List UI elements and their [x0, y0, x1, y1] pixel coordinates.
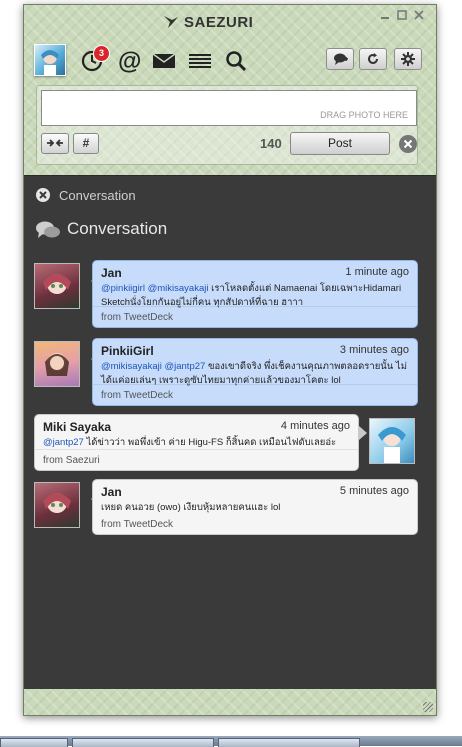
minimize-icon[interactable]	[379, 10, 391, 22]
close-icon	[403, 139, 413, 149]
avatar-jan[interactable]	[34, 482, 80, 528]
app-title: SAEZURI	[184, 14, 254, 31]
maximize-icon[interactable]	[396, 10, 408, 22]
panel-header-title: Conversation	[59, 188, 136, 203]
title-bar[interactable]: SAEZURI	[24, 5, 436, 37]
divider	[93, 306, 417, 307]
tweet-author[interactable]: PinkiiGirl	[101, 344, 154, 358]
tweet-source: from TweetDeck	[101, 390, 174, 401]
shorten-icon	[47, 139, 63, 147]
search-icon[interactable]	[223, 49, 249, 73]
app-logo: SAEZURI	[164, 14, 254, 31]
svg-text:@: @	[118, 49, 141, 73]
tweet-card[interactable]: Jan 5 minutes ago เหยด คนอวย (owo) เงียบ…	[92, 479, 418, 535]
footer	[24, 689, 436, 715]
tweet-pointer	[359, 426, 367, 440]
shorten-url-button[interactable]	[41, 133, 69, 154]
header: SAEZURI 3 @ DRAG PHOTO HERE # 140 Post	[24, 5, 436, 175]
tweet-text: เหยด คนอวย (owo) เงียบหุ้มหลายคนแฮะ lol	[101, 501, 409, 515]
avatar-jan[interactable]	[34, 263, 80, 309]
conversation-panel: Conversation Conversation Jan 1 minute a…	[24, 175, 436, 690]
messages-icon[interactable]	[151, 49, 177, 73]
clear-button[interactable]	[399, 135, 417, 153]
tweet-source: from TweetDeck	[101, 312, 174, 323]
hashtag-button[interactable]: #	[73, 133, 99, 154]
timeline-badge: 3	[93, 45, 110, 62]
my-avatar[interactable]	[34, 44, 66, 76]
tweet-input[interactable]: DRAG PHOTO HERE	[41, 90, 417, 126]
tweet-time: 5 minutes ago	[339, 485, 409, 497]
tweet-card[interactable]: PinkiiGirl 3 minutes ago @mikisayakaji @…	[92, 338, 418, 406]
close-icon	[39, 191, 47, 199]
refresh-button[interactable]	[359, 48, 387, 70]
tweet-source: from Saezuri	[43, 455, 100, 466]
divider	[35, 449, 358, 450]
new-column-icon	[334, 53, 348, 65]
char-count: 140	[260, 136, 282, 151]
tweet-text: @jantp27 ได้ข่าวว่า พอพึ่งเข้า ค่าย Higu…	[43, 436, 350, 450]
bird-icon	[164, 16, 178, 28]
gear-icon	[401, 52, 415, 66]
saezuri-window: SAEZURI 3 @ DRAG PHOTO HERE # 140 Post C…	[23, 4, 437, 716]
tweet-mentions[interactable]: @mikisayakaji @jantp27	[101, 361, 205, 372]
avatar-miki-sayaka[interactable]	[369, 418, 415, 464]
settings-button[interactable]	[394, 48, 422, 70]
tweet-body: เหยด คนอวย (owo) เงียบหุ้มหลายคนแฮะ lol	[101, 502, 281, 513]
tweet-author[interactable]: Miki Sayaka	[43, 420, 111, 434]
divider	[93, 384, 417, 385]
tweet-author[interactable]: Jan	[101, 266, 122, 280]
close-panel-button[interactable]	[36, 188, 50, 202]
tweet-time: 3 minutes ago	[339, 344, 409, 356]
tweet-author[interactable]: Jan	[101, 485, 122, 499]
lists-icon[interactable]	[187, 49, 213, 73]
close-window-icon[interactable]	[413, 10, 425, 22]
tweet-mentions[interactable]: @jantp27	[43, 437, 84, 448]
panel-title: Conversation	[67, 219, 168, 238]
tweet-time: 1 minute ago	[345, 266, 409, 278]
post-button[interactable]: Post	[290, 132, 390, 155]
mentions-icon[interactable]: @	[116, 49, 142, 73]
resize-grip-icon[interactable]	[423, 702, 433, 712]
refresh-icon	[368, 53, 378, 64]
tweet-body: ได้ข่าวว่า พอพึ่งเข้า ค่าย Higu-FS ก็สิ้…	[83, 437, 337, 448]
tweet-card[interactable]: Miki Sayaka 4 minutes ago @jantp27 ได้ข่…	[34, 414, 359, 471]
avatar-pinkiigirl[interactable]	[34, 341, 80, 387]
tweet-mentions[interactable]: @pinkiigirl @mikisayakaji	[101, 283, 208, 294]
tweet-time: 4 minutes ago	[280, 420, 350, 432]
conversation-icon	[36, 221, 60, 238]
drag-photo-hint: DRAG PHOTO HERE	[320, 110, 408, 120]
tweet-source: from TweetDeck	[101, 519, 174, 530]
tweet-card[interactable]: Jan 1 minute ago @pinkiigirl @mikisayaka…	[92, 260, 418, 328]
new-column-button[interactable]	[326, 48, 354, 70]
